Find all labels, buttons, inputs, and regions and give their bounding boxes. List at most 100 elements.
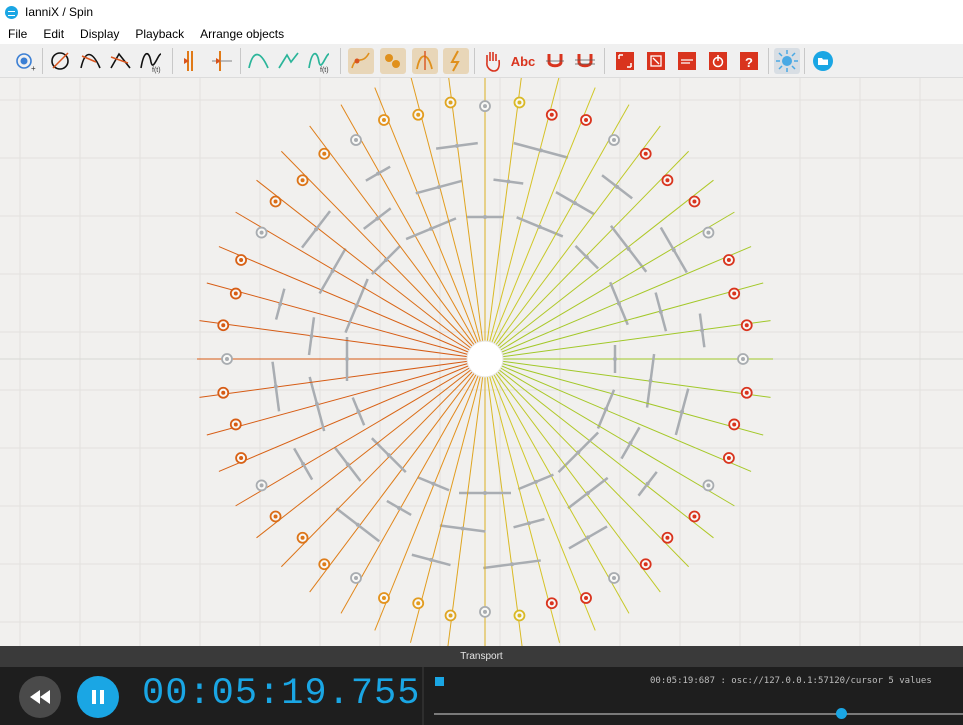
cursor-head: [376, 171, 380, 176]
curve-ray: [501, 246, 752, 353]
cursor-head: [645, 481, 650, 486]
curve-ray: [199, 320, 468, 358]
fullscreen-button[interactable]: [612, 48, 638, 74]
curve-ray: [501, 365, 752, 472]
trigger-core: [221, 323, 226, 328]
power-button[interactable]: [705, 48, 731, 74]
pause-button[interactable]: [77, 676, 119, 718]
add-curve-cursor-button[interactable]: [246, 48, 272, 74]
menu-edit[interactable]: Edit: [35, 27, 72, 41]
curve-ray: [497, 371, 690, 568]
trigger-core: [381, 117, 386, 122]
script-button[interactable]: [674, 48, 700, 74]
curve-ray: [280, 150, 473, 347]
trigger-core: [692, 199, 697, 204]
playback-slider-thumb[interactable]: [835, 708, 847, 719]
cursor-head: [483, 491, 487, 495]
add-curve-cursor-segment-button[interactable]: [276, 48, 302, 74]
trigger-core: [273, 514, 278, 519]
add-curve-button[interactable]: [78, 48, 104, 74]
trigger-core: [354, 575, 358, 580]
hand-tool-button[interactable]: [480, 48, 506, 74]
svg-text:f(t): f(t): [320, 67, 329, 74]
trigger-core: [726, 257, 731, 262]
cursor-head: [626, 246, 631, 251]
add-cursor-button[interactable]: [178, 48, 204, 74]
cursor-head: [506, 179, 511, 184]
cursor-head: [526, 521, 531, 526]
cursor-head: [586, 535, 590, 540]
trigger-core: [322, 562, 327, 567]
magnet-grid-button[interactable]: [572, 48, 598, 74]
timecode-display: 00:05:19.755: [142, 673, 421, 715]
cursor-head: [354, 303, 359, 308]
trigger-core: [741, 357, 745, 361]
light-theme-button[interactable]: [774, 48, 800, 74]
trigger-core: [732, 422, 737, 427]
trigger-core: [744, 390, 749, 395]
snap-lightning-button[interactable]: [443, 48, 469, 74]
cursor-head: [680, 409, 685, 414]
add-trigger-button[interactable]: +: [12, 48, 38, 74]
curve-ray: [502, 363, 764, 436]
menu-playback[interactable]: Playback: [127, 27, 192, 41]
trigger-core: [665, 178, 670, 183]
curve-ray: [497, 150, 690, 347]
svg-text:?: ?: [745, 55, 753, 70]
add-circle-curve-button[interactable]: [48, 48, 74, 74]
curve-ray: [218, 365, 469, 472]
help-button[interactable]: ?: [736, 48, 762, 74]
center-hub: [466, 340, 504, 378]
curve-ray: [256, 369, 472, 539]
close-window-button[interactable]: [643, 48, 669, 74]
curve-ray: [199, 360, 468, 398]
curve-ray: [309, 372, 475, 593]
add-segment-curve-button[interactable]: [108, 48, 134, 74]
magnet-button[interactable]: [542, 48, 568, 74]
menu-display[interactable]: Display: [72, 27, 127, 41]
osc-message-log: 00:05:19:687 : osc://127.0.0.1:57120/cur…: [650, 676, 932, 686]
trigger-core: [354, 138, 358, 143]
window-title: IanniX / Spin: [25, 5, 94, 19]
toolbar: + f(t) f(t) Abc ?: [0, 44, 963, 78]
curve-ray: [500, 367, 735, 507]
cursor-head: [301, 462, 306, 466]
cursor-head: [355, 522, 360, 527]
menu-arrange-objects[interactable]: Arrange objects: [192, 27, 292, 41]
curve-ray: [491, 87, 596, 343]
cursor-head: [700, 328, 705, 333]
trigger-core: [665, 535, 670, 540]
svg-text:+: +: [31, 64, 36, 73]
cursor-head: [356, 409, 361, 414]
cursor-head: [615, 184, 620, 189]
curve-ray: [498, 369, 714, 539]
add-cursor-line-button[interactable]: [208, 48, 234, 74]
cursor-head: [429, 226, 434, 231]
cursor-head: [330, 269, 335, 273]
open-folder-button[interactable]: [810, 48, 836, 74]
add-math-curve-button[interactable]: f(t): [138, 48, 164, 74]
score-canvas[interactable]: [0, 78, 963, 646]
cursor-head: [613, 357, 617, 361]
snap-trigger-button[interactable]: [380, 48, 406, 74]
cursor-head: [576, 450, 581, 455]
playback-slider-track[interactable]: [434, 713, 963, 715]
cursor-head: [314, 402, 319, 407]
add-math-curve-cursor-button[interactable]: f(t): [306, 48, 332, 74]
rewind-button[interactable]: [19, 676, 61, 718]
snap-cursor-button[interactable]: [412, 48, 438, 74]
trigger-core: [744, 323, 749, 328]
curve-ray: [218, 246, 469, 353]
score-drawing[interactable]: [0, 78, 963, 646]
menu-file[interactable]: File: [0, 27, 35, 41]
trigger-core: [643, 562, 648, 567]
cursor-head: [345, 357, 349, 361]
curve-ray: [502, 320, 771, 358]
trigger-core: [225, 357, 229, 361]
curve-ray: [206, 282, 468, 355]
text-label-button[interactable]: Abc: [510, 48, 536, 74]
trigger-core: [322, 151, 327, 156]
iannix-logo-icon: [5, 5, 18, 19]
snap-curve-button[interactable]: [348, 48, 374, 74]
menu-bar: File Edit Display Playback Arrange objec…: [0, 24, 963, 44]
